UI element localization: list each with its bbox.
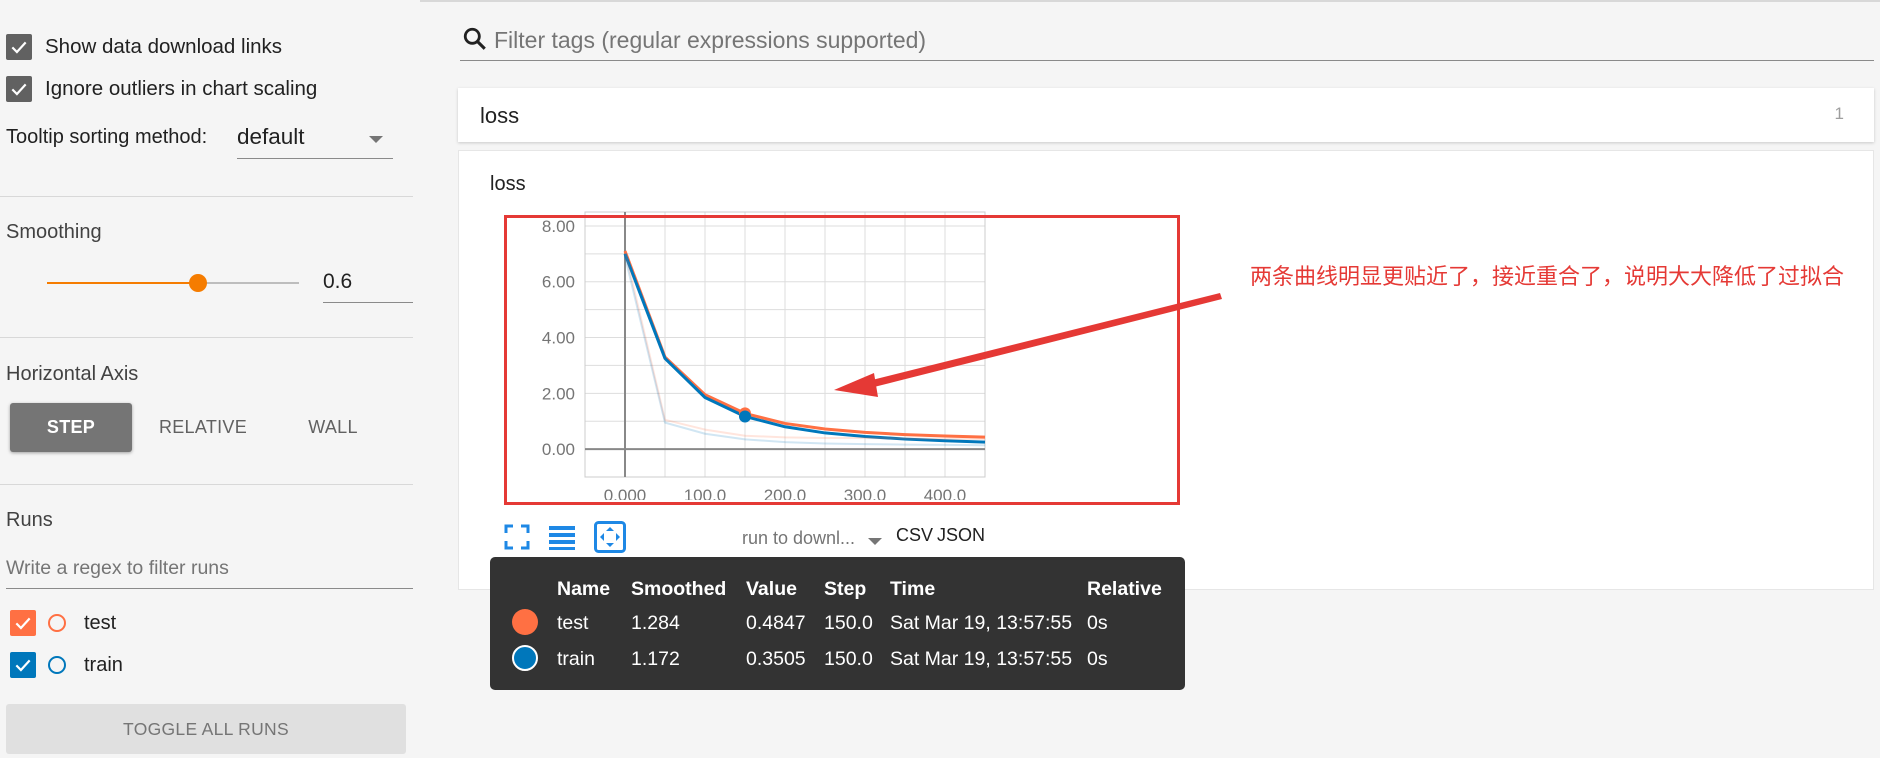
run-color-circle-icon [48, 656, 66, 674]
annotation-text: 两条曲线明显更贴近了，接近重合了，说明大大降低了过拟合 [1250, 265, 1845, 290]
ignore-outliers-checkbox[interactable]: Ignore outliers in chart scaling [6, 76, 317, 102]
tooltip-header-relative: Relative [1087, 578, 1162, 600]
tooltip-cell: 150.0 [824, 648, 873, 670]
fit-domain-icon[interactable] [593, 520, 627, 554]
annotation-arrow [834, 293, 1222, 397]
tooltip-cell: 0.3505 [746, 648, 806, 670]
axis-step-button[interactable]: STEP [10, 403, 132, 452]
chart-title: loss [490, 173, 526, 195]
horizontal-axis-title: Horizontal Axis [6, 363, 139, 385]
tooltip-row-color-icon [512, 645, 538, 671]
tooltip-cell: test [557, 612, 589, 634]
tooltip-cell: train [557, 648, 595, 670]
tag-filter-input[interactable]: Filter tags (regular expressions support… [460, 18, 1874, 61]
fullscreen-icon[interactable] [500, 520, 534, 554]
toggle-all-runs-button[interactable]: TOGGLE ALL RUNS [6, 704, 406, 754]
divider [0, 196, 413, 197]
run-checkbox[interactable] [10, 652, 36, 678]
tag-group-count: 1 [1834, 104, 1844, 123]
sidebar: Show data download links Ignore outliers… [0, 0, 420, 758]
log-scale-toggle-icon[interactable] [545, 520, 579, 554]
run-item-test[interactable]: test [10, 610, 116, 636]
tooltip-header-time: Time [890, 578, 936, 600]
divider [0, 484, 413, 485]
tooltip-sorting-label: Tooltip sorting method: [6, 126, 208, 148]
tooltip-header-name: Name [557, 578, 611, 600]
tooltip-cell: 0.4847 [746, 612, 806, 634]
dropdown-arrow-icon [868, 538, 882, 545]
tooltip-sorting-select[interactable]: default [237, 124, 393, 159]
json-download-link[interactable]: JSON [937, 525, 985, 546]
show-download-links-label: Show data download links [45, 35, 283, 58]
tooltip-cell: 150.0 [824, 612, 873, 634]
tag-filter-placeholder: Filter tags (regular expressions support… [494, 27, 927, 53]
run-item-train[interactable]: train [10, 652, 123, 678]
run-name: train [84, 653, 123, 676]
dropdown-arrow-icon [369, 136, 383, 143]
tag-group-title: loss [480, 103, 520, 128]
tooltip-sorting-value: default [237, 124, 305, 149]
checkmark-icon [6, 34, 32, 60]
search-icon [463, 27, 486, 50]
axis-relative-button[interactable]: RELATIVE [142, 403, 264, 452]
run-color-circle-icon [48, 614, 66, 632]
tooltip-cell: 0s [1087, 612, 1108, 634]
download-run-value: run to downl... [742, 528, 856, 548]
tooltip-header-smoothed: Smoothed [631, 578, 727, 600]
runs-filter-input[interactable]: Write a regex to filter runs [6, 552, 413, 589]
tooltip-row-color-icon [512, 609, 538, 635]
download-run-select[interactable]: run to downl... [742, 528, 892, 559]
smoothing-slider-thumb[interactable] [189, 274, 208, 292]
show-download-links-checkbox[interactable]: Show data download links [6, 34, 282, 60]
runs-title: Runs [6, 509, 53, 531]
tooltip-cell: 1.284 [631, 612, 680, 634]
ignore-outliers-label: Ignore outliers in chart scaling [45, 77, 318, 100]
axis-wall-button[interactable]: WALL [272, 403, 394, 452]
divider [0, 337, 413, 338]
tooltip-cell: Sat Mar 19, 13:57:55 [890, 612, 1073, 634]
smoothing-value-input[interactable]: 0.6 [323, 266, 413, 303]
csv-download-link[interactable]: CSV [896, 525, 933, 546]
smoothing-title: Smoothing [6, 221, 102, 243]
chart-tooltip: Name Smoothed Value Step Time Relative t… [490, 557, 1185, 690]
tooltip-cell: Sat Mar 19, 13:57:55 [890, 648, 1073, 670]
tooltip-header-value: Value [746, 578, 797, 600]
tooltip-cell: 1.172 [631, 648, 680, 670]
tag-group-header[interactable]: loss 1 [458, 88, 1874, 142]
smoothing-slider-fill [47, 282, 199, 284]
run-checkbox[interactable] [10, 610, 36, 636]
run-name: test [84, 611, 117, 634]
smoothing-slider[interactable] [47, 274, 299, 292]
tooltip-header-step: Step [824, 578, 867, 600]
checkmark-icon [6, 76, 32, 102]
tooltip-cell: 0s [1087, 648, 1108, 670]
